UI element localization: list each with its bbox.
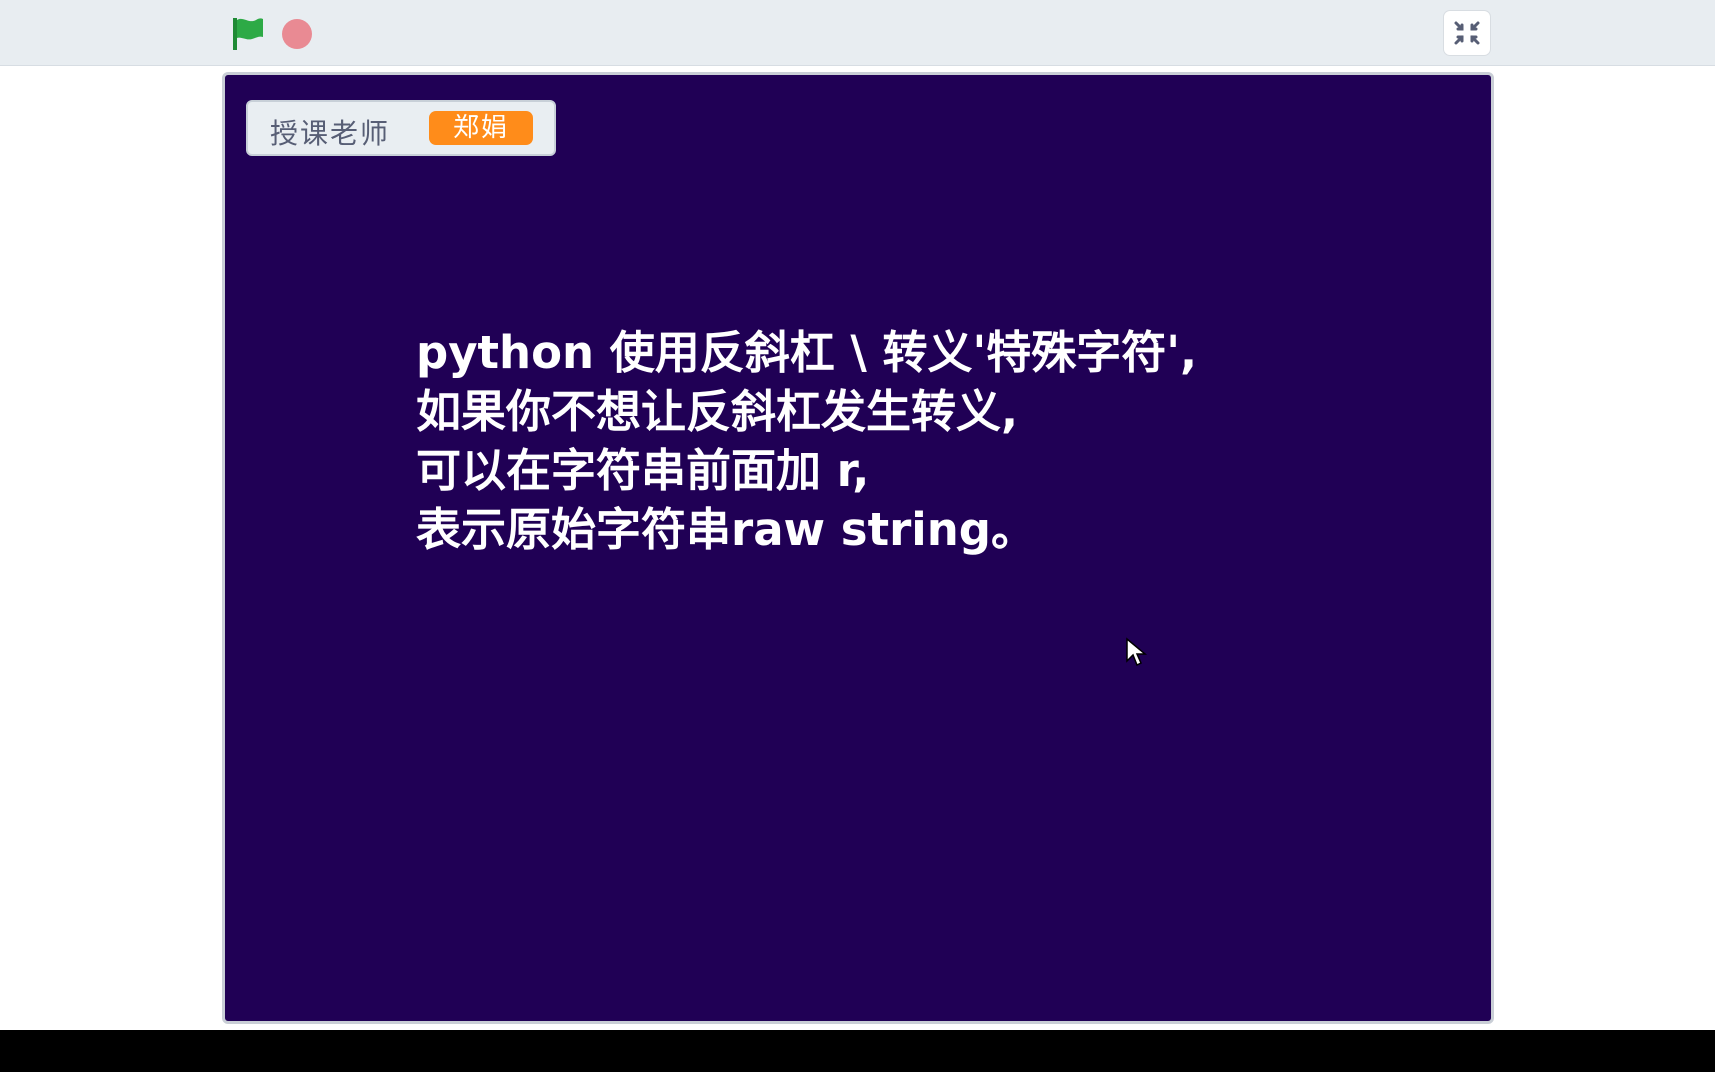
stage-text-line: 如果你不想让反斜杠发生转义,	[416, 385, 1019, 438]
monitor-value: 郑娟	[429, 111, 533, 145]
stage-text-block: python 使用反斜杠 \ 转义'特殊字符', 如果你不想让反斜杠发生转义, …	[416, 323, 1396, 559]
green-flag-button[interactable]	[228, 14, 272, 54]
stage-text-line: 表示原始字符串raw string。	[416, 503, 1036, 556]
stop-button[interactable]	[280, 18, 316, 54]
stage-text-line: 可以在字符串前面加 r,	[416, 444, 870, 497]
stage-text-line: python 使用反斜杠 \ 转义'特殊字符',	[416, 326, 1198, 379]
stop-icon	[282, 19, 312, 49]
exit-fullscreen-icon	[1454, 21, 1480, 45]
monitor-label: 授课老师	[270, 117, 391, 150]
stage-toolbar	[0, 0, 1715, 66]
stage-canvas[interactable]: 授课老师 郑娟 python 使用反斜杠 \ 转义'特殊字符', 如果你不想让反…	[222, 72, 1494, 1024]
mouse-cursor-icon	[1126, 637, 1148, 667]
bottom-black-bar	[0, 1030, 1715, 1072]
exit-fullscreen-button[interactable]	[1444, 11, 1490, 55]
variable-monitor[interactable]: 授课老师 郑娟	[246, 100, 556, 156]
green-flag-icon	[233, 18, 263, 50]
